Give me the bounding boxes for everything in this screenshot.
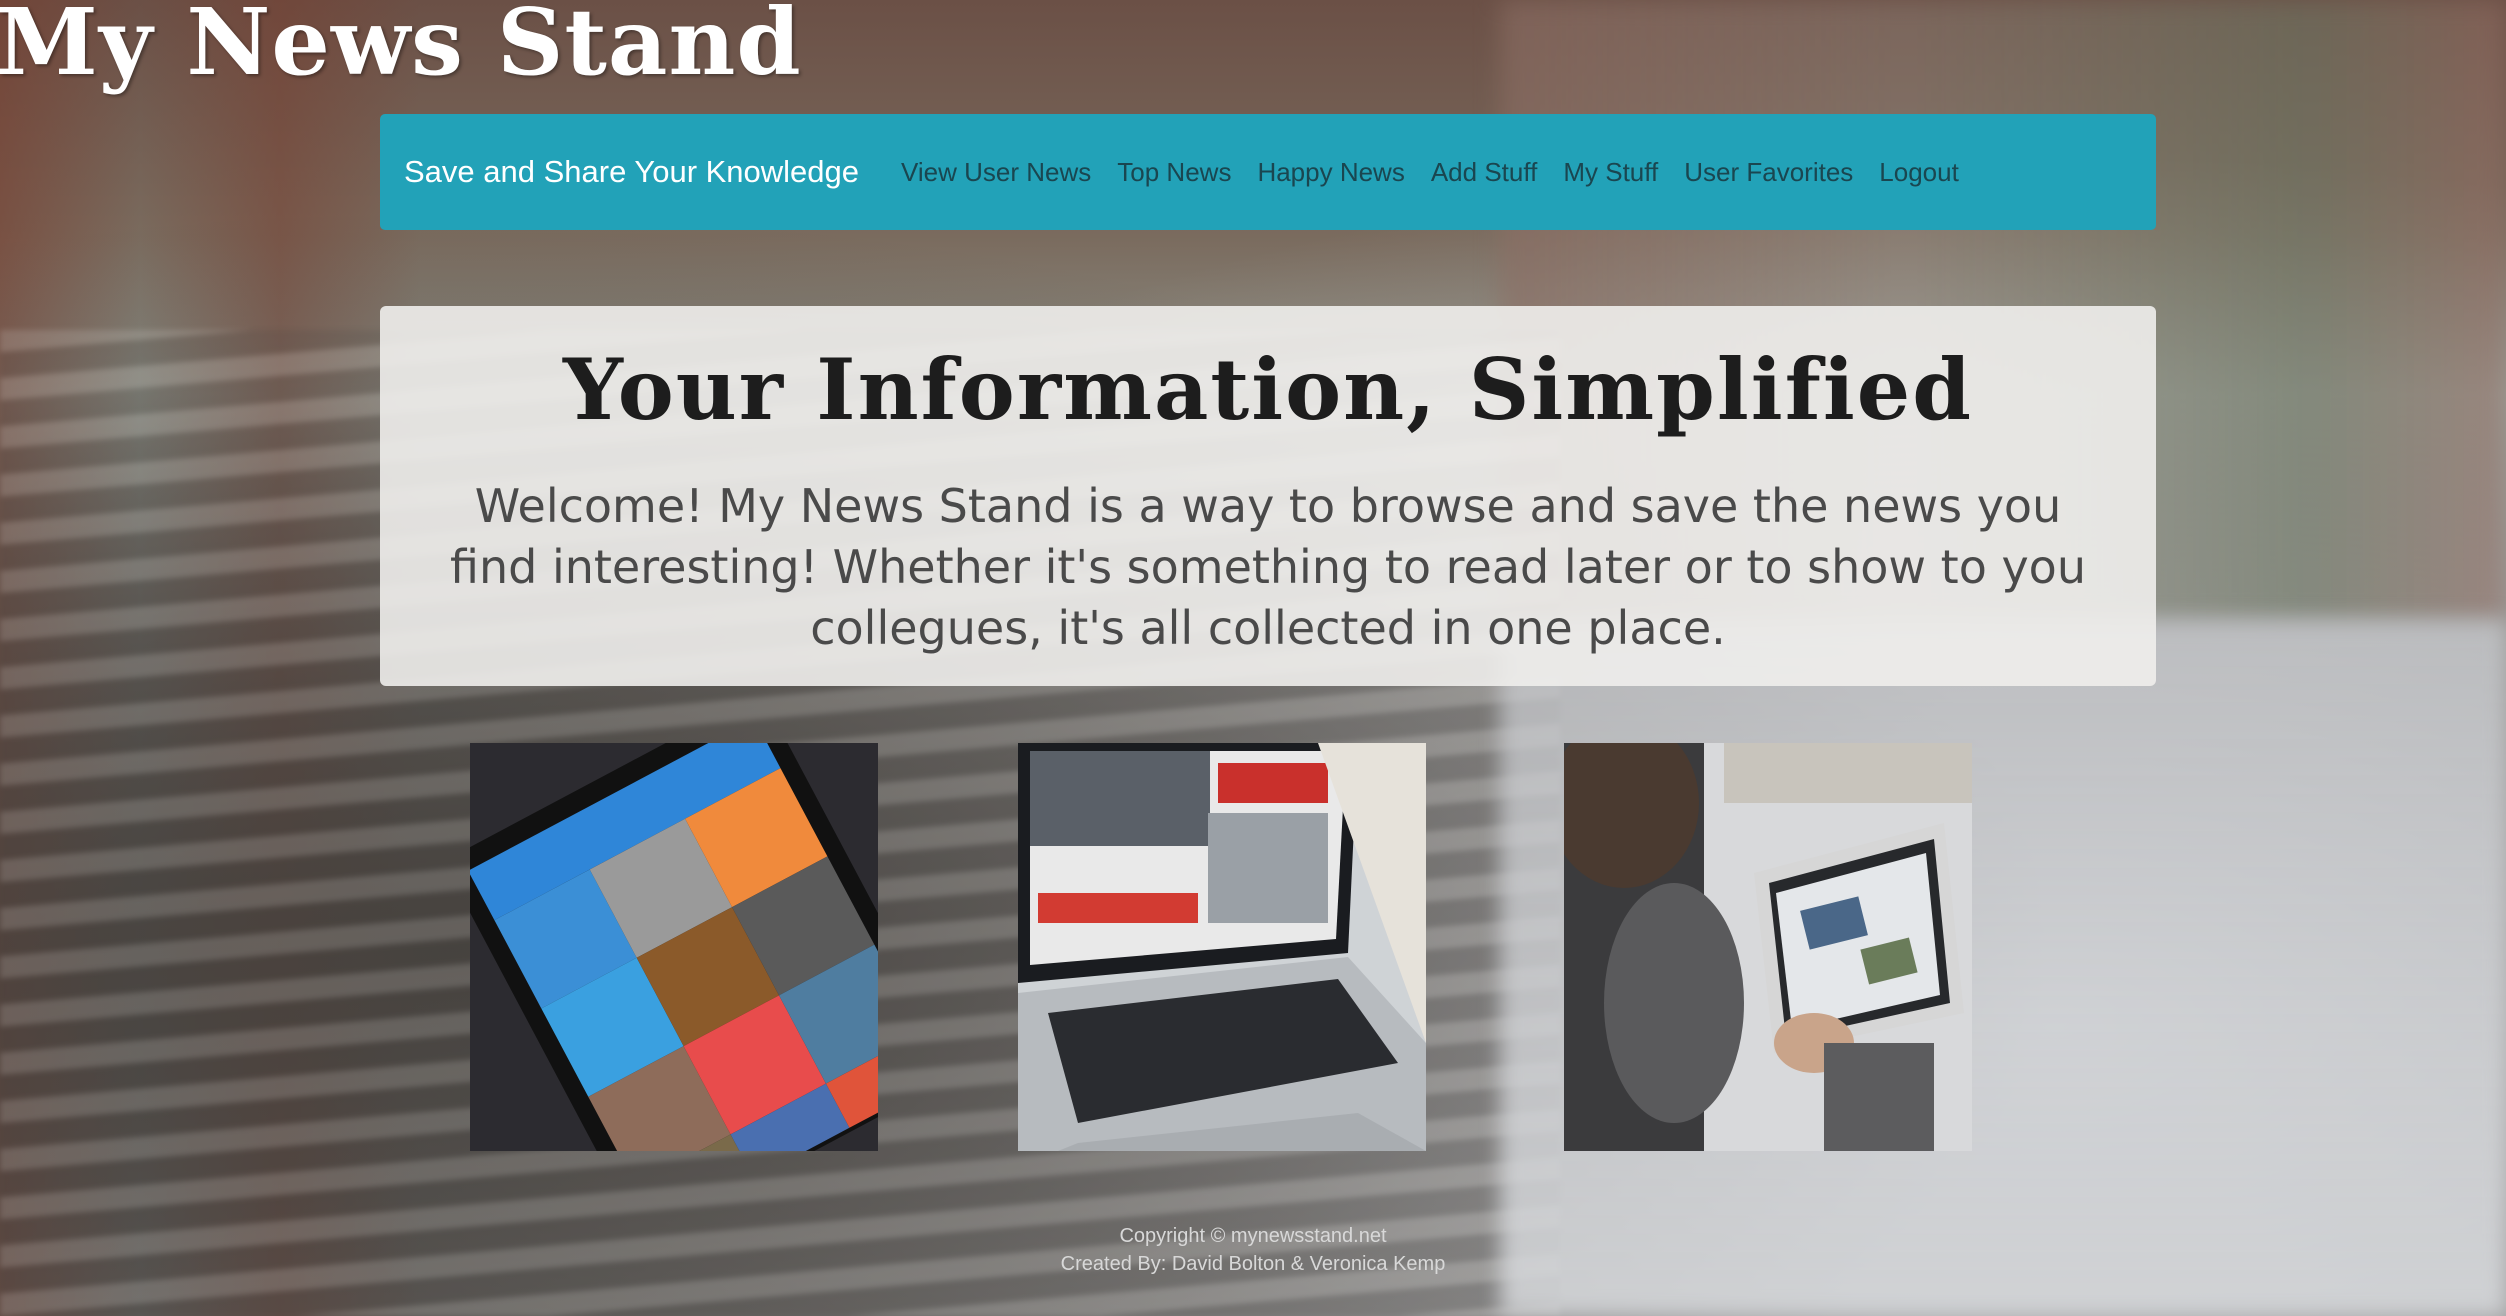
footer: Copyright © mynewsstand.net Created By: … — [0, 1222, 2506, 1278]
navbar-brand[interactable]: Save and Share Your Knowledge — [404, 154, 859, 190]
nav-view-user-news[interactable]: View User News — [901, 157, 1091, 188]
tablet-news-app-photo[interactable] — [470, 743, 878, 1151]
footer-copyright: Copyright © mynewsstand.net — [0, 1222, 2506, 1250]
nav-my-stuff[interactable]: My Stuff — [1563, 157, 1658, 188]
footer-site-link[interactable]: mynewsstand.net — [1231, 1225, 1387, 1247]
nav-links: View User News Top News Happy News Add S… — [901, 157, 1959, 188]
laptop-news-site-photo[interactable] — [1018, 743, 1426, 1151]
footer-copyright-prefix: Copyright © — [1119, 1225, 1226, 1247]
site-title: My News Stand — [0, 0, 802, 96]
nav-logout[interactable]: Logout — [1879, 157, 1959, 188]
navbar: Save and Share Your Knowledge View User … — [380, 114, 2156, 230]
man-reading-tablet-photo[interactable] — [1564, 743, 1972, 1151]
tablet-news-app-image — [470, 743, 878, 1151]
laptop-news-site-image — [1018, 743, 1426, 1151]
hero-panel: Your Information, Simplified Welcome! My… — [380, 306, 2156, 686]
nav-top-news[interactable]: Top News — [1117, 157, 1231, 188]
footer-credits: Created By: David Bolton & Veronica Kemp — [1060, 1253, 1446, 1275]
nav-happy-news[interactable]: Happy News — [1257, 157, 1404, 188]
hero-title: Your Information, Simplified — [563, 340, 1973, 439]
hero-lead: Welcome! My News Stand is a way to brows… — [450, 479, 2086, 655]
nav-add-stuff[interactable]: Add Stuff — [1431, 157, 1538, 188]
man-reading-tablet-image — [1564, 743, 1972, 1151]
nav-user-favorites[interactable]: User Favorites — [1684, 157, 1853, 188]
